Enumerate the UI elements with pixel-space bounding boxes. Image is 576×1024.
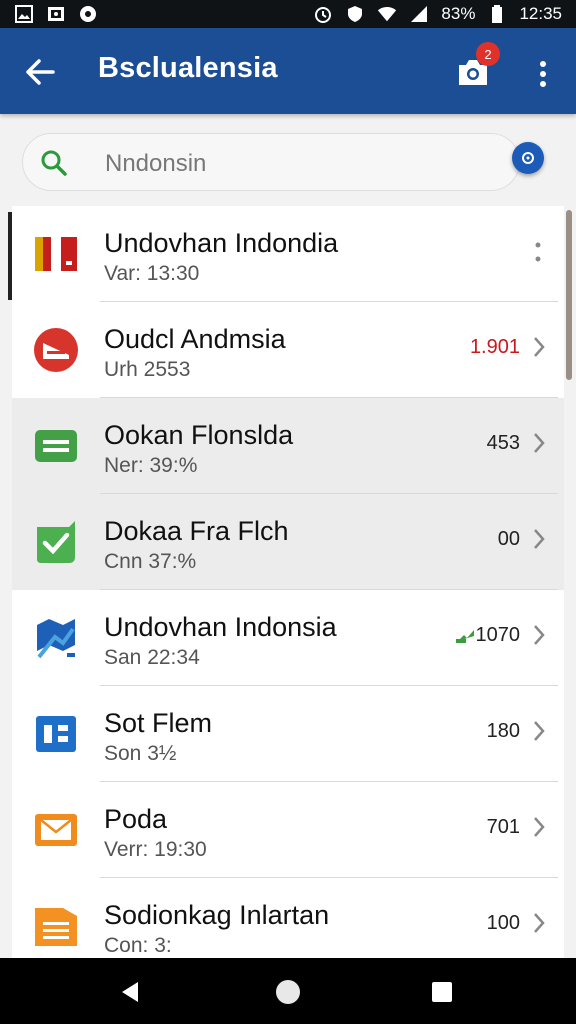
orange-list-icon bbox=[32, 902, 80, 950]
item-subtitle: Cnn 37:% bbox=[104, 550, 197, 573]
chevron-right-icon bbox=[534, 337, 545, 357]
more-vertical-icon[interactable] bbox=[532, 240, 544, 264]
shield-icon bbox=[345, 4, 365, 24]
clock: 12:35 bbox=[519, 4, 562, 23]
app-bar: Bsclualensia 2 bbox=[0, 28, 576, 114]
item-value: 00 bbox=[497, 528, 520, 550]
item-value: 100 bbox=[486, 912, 520, 934]
list-item[interactable]: Sodionkag Inlartan Con: 3: 100 bbox=[12, 878, 564, 958]
nav-back-button[interactable] bbox=[110, 972, 150, 1012]
list-item[interactable]: Undovhan Indonsia San 22:34 1070 bbox=[12, 590, 564, 686]
item-subtitle: Ner: 39:% bbox=[104, 454, 198, 477]
status-bar: 83% 12:35 bbox=[0, 0, 576, 28]
home-circle-icon bbox=[276, 980, 300, 1004]
item-value-with-trend: 1070 bbox=[455, 624, 521, 647]
item-subtitle: Verr: 19:30 bbox=[104, 838, 207, 861]
notification-badge: 2 bbox=[476, 42, 500, 66]
target-icon bbox=[522, 152, 534, 164]
item-value: 1.901 bbox=[469, 336, 520, 358]
location-button[interactable] bbox=[512, 142, 544, 174]
search-bar[interactable] bbox=[22, 133, 520, 191]
item-title: Sot Flem bbox=[104, 708, 213, 738]
red-badge-icon bbox=[32, 326, 80, 374]
result-list: Undovhan Indondia Var: 13:30 Oudcl Andms… bbox=[12, 206, 564, 958]
chevron-right-icon bbox=[534, 529, 545, 549]
item-title: Poda bbox=[104, 804, 168, 834]
recents-square-icon bbox=[432, 982, 452, 1002]
list-item[interactable]: Poda Verr: 19:30 701 bbox=[12, 782, 564, 878]
overflow-menu-button[interactable] bbox=[526, 52, 560, 96]
nav-recents-button[interactable] bbox=[422, 972, 462, 1012]
scrollbar[interactable] bbox=[566, 210, 572, 380]
image-icon bbox=[14, 4, 34, 24]
item-subtitle: San 22:34 bbox=[104, 646, 200, 669]
list-item[interactable]: Oudcl Andmsia Urh 2553 1.901 bbox=[12, 302, 564, 398]
orange-mail-icon bbox=[32, 806, 80, 854]
chevron-right-icon bbox=[534, 625, 545, 645]
item-title: Sodionkag Inlartan bbox=[104, 900, 330, 930]
item-subtitle: Urh 2553 bbox=[104, 358, 191, 381]
item-title: Undovhan Indondia bbox=[104, 228, 339, 258]
green-card-icon bbox=[32, 422, 80, 470]
search-input[interactable] bbox=[103, 146, 487, 182]
photo-gallery-icon bbox=[46, 4, 66, 24]
item-title: Undovhan Indonsia bbox=[104, 612, 337, 642]
item-title: Ookan Flonslda bbox=[104, 420, 294, 450]
back-triangle-icon bbox=[122, 982, 138, 1002]
list-item[interactable]: Sot Flem Son 3½ 180 bbox=[12, 686, 564, 782]
nav-home-button[interactable] bbox=[268, 972, 308, 1012]
trend-up-icon bbox=[455, 630, 474, 643]
more-vertical-icon bbox=[540, 61, 546, 87]
green-check-icon bbox=[32, 518, 80, 566]
search-icon bbox=[41, 150, 67, 176]
item-value: 701 bbox=[486, 816, 520, 838]
circle-notification-icon bbox=[78, 4, 98, 24]
battery-percent: 83% bbox=[441, 4, 476, 23]
page-title: Bsclualensia bbox=[98, 52, 278, 84]
chevron-right-icon bbox=[534, 817, 545, 837]
chevron-right-icon bbox=[534, 433, 545, 453]
arrow-left-icon bbox=[26, 59, 55, 85]
signal-icon bbox=[409, 4, 429, 24]
item-title: Dokaa Fra Flch bbox=[104, 516, 289, 546]
list-item[interactable]: Dokaa Fra Flch Cnn 37:% 00 bbox=[12, 494, 564, 590]
alarm-icon bbox=[313, 4, 333, 24]
chevron-right-icon bbox=[534, 721, 545, 741]
list-item[interactable]: Ookan Flonslda Ner: 39:% 453 bbox=[12, 398, 564, 494]
wifi-icon bbox=[377, 4, 397, 24]
chevron-right-icon bbox=[534, 913, 545, 933]
item-subtitle: Son 3½ bbox=[104, 742, 177, 765]
list-item[interactable]: Undovhan Indondia Var: 13:30 bbox=[12, 206, 564, 302]
item-value: 453 bbox=[486, 432, 520, 454]
red-flag-icon bbox=[32, 230, 80, 278]
item-subtitle: Con: 3: bbox=[104, 934, 172, 957]
blue-grid-icon bbox=[32, 710, 80, 758]
item-value: 1070 bbox=[475, 624, 521, 646]
battery-icon bbox=[487, 4, 507, 24]
item-title: Oudcl Andmsia bbox=[104, 324, 286, 354]
system-nav-bar bbox=[0, 958, 576, 1024]
item-subtitle: Var: 13:30 bbox=[104, 262, 200, 285]
back-button[interactable] bbox=[18, 50, 62, 94]
blue-map-icon bbox=[32, 614, 80, 662]
item-value: 180 bbox=[486, 720, 520, 742]
